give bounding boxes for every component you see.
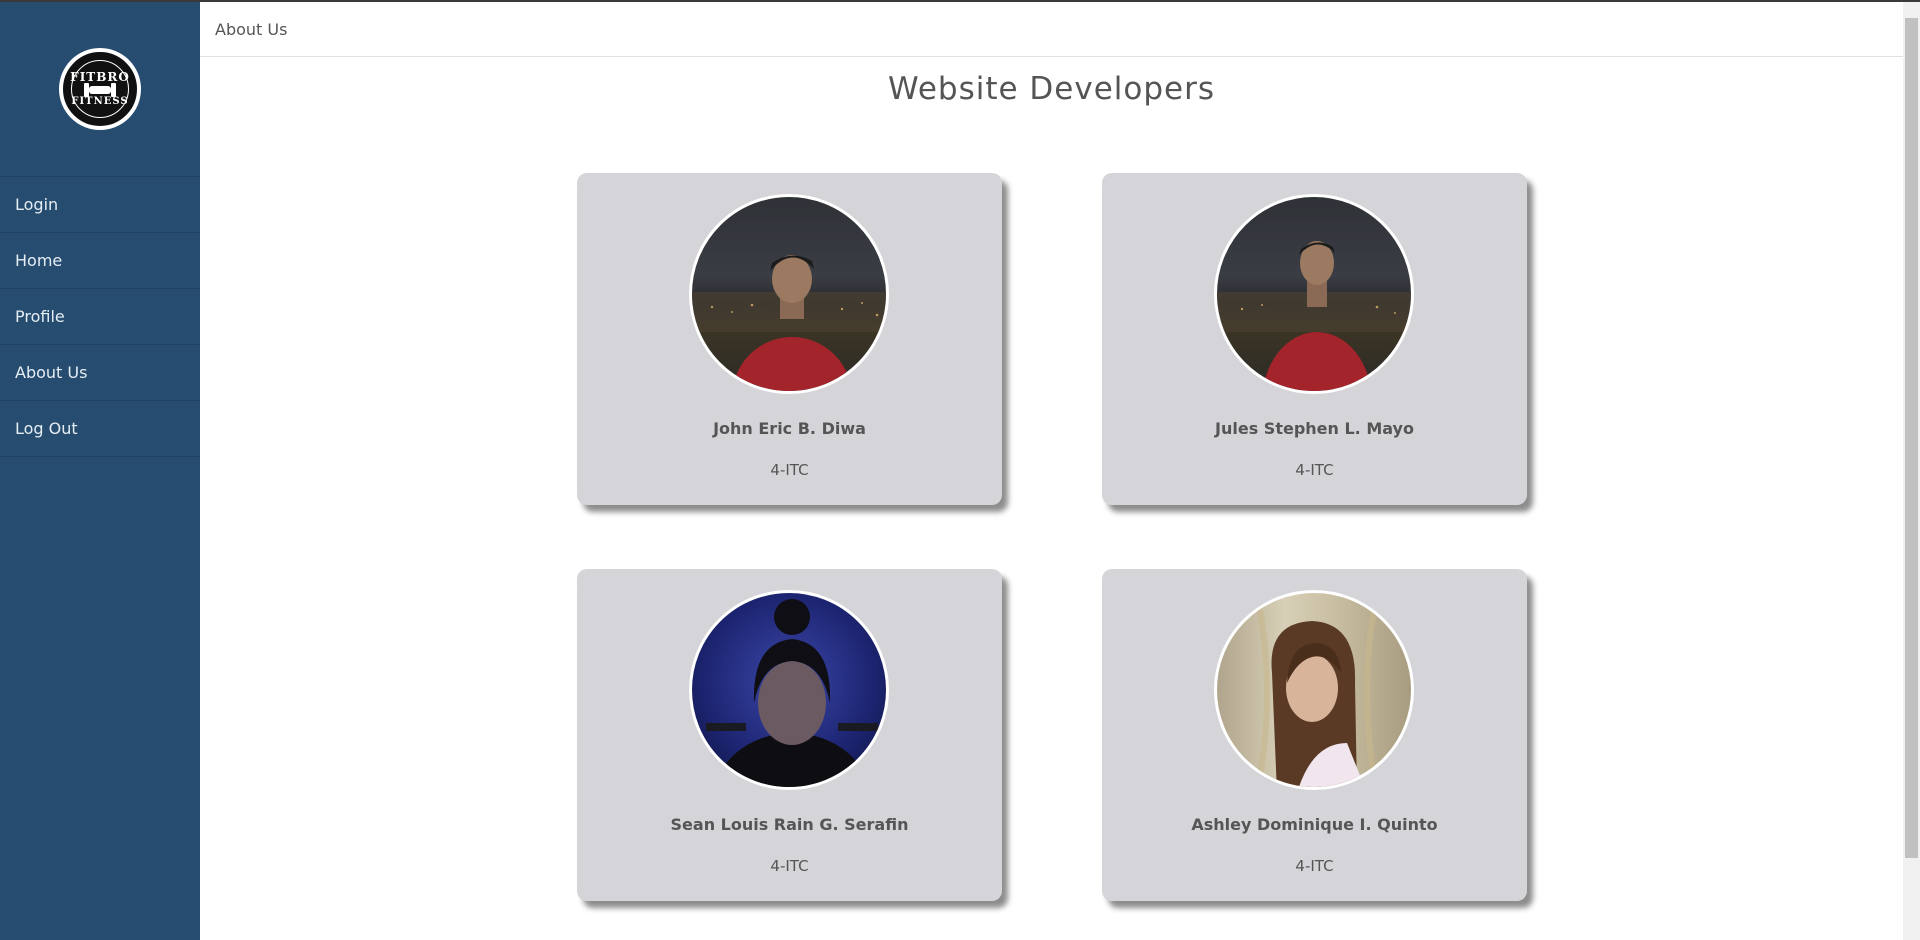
logo-top-text: FITBRO	[70, 70, 130, 84]
fitbro-fitness-logo[interactable]: FITBRO FITNESS	[59, 48, 141, 130]
main-content: Website Developers John Eric B. Diwa 4-I…	[200, 57, 1903, 940]
logo-bottom-text: FITNESS	[71, 96, 129, 107]
developer-section: 4-ITC	[1295, 857, 1334, 875]
developer-photo	[689, 590, 889, 790]
sidebar-nav: Login Home Profile About Us Log Out	[0, 176, 200, 457]
developer-photo	[689, 194, 889, 394]
dumbbell-icon	[84, 83, 116, 97]
developer-card: Sean Louis Rain G. Serafin 4-ITC	[577, 569, 1002, 901]
portrait-image	[1217, 241, 1411, 391]
page-title: Website Developers	[887, 71, 1216, 107]
developer-card: John Eric B. Diwa 4-ITC	[577, 173, 1002, 505]
developer-section: 4-ITC	[770, 461, 809, 479]
sidebar-item-profile[interactable]: Profile	[0, 289, 200, 345]
portrait-image	[692, 255, 886, 391]
developer-name: Sean Louis Rain G. Serafin	[670, 815, 909, 834]
developer-name: Ashley Dominique I. Quinto	[1191, 815, 1438, 834]
sidebar-item-label: Log Out	[15, 419, 78, 438]
sidebar-item-about-us[interactable]: About Us	[0, 345, 200, 401]
sidebar-item-home[interactable]: Home	[0, 233, 200, 289]
developer-card: Ashley Dominique I. Quinto 4-ITC	[1102, 569, 1527, 901]
sidebar-item-label: Profile	[15, 307, 65, 326]
top-bar: About Us	[200, 2, 1903, 57]
developer-card: Jules Stephen L. Mayo 4-ITC	[1102, 173, 1527, 505]
sidebar-item-login[interactable]: Login	[0, 177, 200, 233]
logo-badge: FITBRO FITNESS	[63, 52, 137, 126]
developer-section: 4-ITC	[1295, 461, 1334, 479]
developer-name: John Eric B. Diwa	[713, 419, 866, 438]
sidebar-item-label: Login	[15, 195, 59, 214]
developer-photo	[1214, 590, 1414, 790]
page-breadcrumb: About Us	[215, 19, 288, 39]
scrollbar-thumb[interactable]	[1905, 18, 1918, 858]
portrait-image	[706, 599, 878, 787]
sidebar-item-log-out[interactable]: Log Out	[0, 401, 200, 457]
logo-area: FITBRO FITNESS	[0, 2, 200, 176]
sidebar-item-label: About Us	[15, 363, 88, 382]
sidebar: FITBRO FITNESS Login Home Profile About …	[0, 2, 200, 940]
developer-section: 4-ITC	[770, 857, 809, 875]
developer-photo	[1214, 194, 1414, 394]
developer-name: Jules Stephen L. Mayo	[1215, 419, 1414, 438]
sidebar-item-label: Home	[15, 251, 63, 270]
portrait-image	[1254, 593, 1380, 787]
vertical-scrollbar[interactable]	[1903, 2, 1920, 940]
